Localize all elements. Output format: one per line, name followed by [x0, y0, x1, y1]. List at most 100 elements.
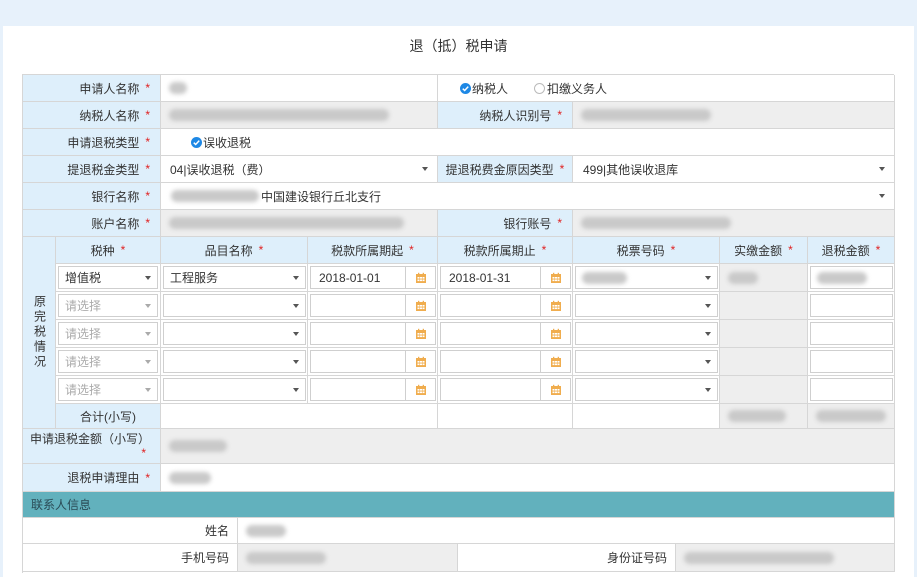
- refund-reason-label: 退税申请理由 *: [23, 464, 161, 492]
- period-start-date[interactable]: [310, 294, 436, 317]
- refund-reason-input[interactable]: [161, 464, 895, 492]
- period-start-date[interactable]: [310, 350, 436, 373]
- bank-account-label: 银行账号 *: [438, 210, 573, 237]
- left-border: [0, 26, 3, 577]
- refund-amount-input[interactable]: [810, 294, 893, 317]
- col-header-period-end: 税款所属期止 *: [438, 237, 573, 264]
- redacted-value: [581, 109, 711, 121]
- ticket-number-select[interactable]: [575, 350, 718, 373]
- refund-amount-type-select[interactable]: 04|误收退税（费）: [163, 158, 435, 180]
- period-end-date[interactable]: [440, 350, 571, 373]
- calendar-button[interactable]: [405, 323, 435, 344]
- contact-name-input[interactable]: [238, 518, 895, 544]
- taxpayer-name-label: 纳税人名称 *: [23, 102, 161, 129]
- period-start-date[interactable]: [310, 322, 436, 345]
- radio-withholding-agent[interactable]: 扣缴义务人: [534, 80, 607, 97]
- chevron-down-icon: [145, 303, 151, 308]
- calendar-button[interactable]: [540, 379, 570, 400]
- period-start-date[interactable]: 2018-01-01: [310, 266, 436, 289]
- account-name-label: 账户名称 *: [23, 210, 161, 237]
- applicant-name-field[interactable]: [161, 75, 438, 102]
- taxpayer-id-label: 纳税人识别号 *: [438, 102, 573, 129]
- calendar-icon: [550, 328, 561, 339]
- tax-type-select[interactable]: 请选择: [58, 378, 158, 401]
- contact-name-label: 姓名: [23, 518, 238, 544]
- contact-phone-label: 手机号码: [23, 544, 238, 572]
- item-name-select[interactable]: [163, 322, 306, 345]
- calendar-icon: [550, 272, 561, 283]
- bank-name-select[interactable]: 中国建设银行丘北支行: [164, 185, 892, 207]
- account-name-field: [161, 210, 438, 237]
- item-name-select[interactable]: [163, 294, 306, 317]
- col-header-item-name: 品目名称 *: [161, 237, 308, 264]
- chevron-down-icon: [705, 331, 711, 336]
- calendar-button[interactable]: [405, 295, 435, 316]
- refund-amount-input[interactable]: [810, 266, 893, 289]
- subtotal-empty-3: [573, 404, 720, 429]
- redacted-value: [684, 551, 834, 564]
- calendar-button[interactable]: [540, 351, 570, 372]
- chevron-down-icon: [293, 387, 299, 392]
- paid-amount-cell: [720, 320, 808, 348]
- taxpayer-name-field: [161, 102, 438, 129]
- period-start-date[interactable]: [310, 378, 436, 401]
- col-header-paid-amount: 实缴金额 *: [720, 237, 808, 264]
- refund-amount-input[interactable]: [810, 378, 893, 401]
- calendar-button[interactable]: [405, 267, 435, 288]
- calendar-button[interactable]: [540, 323, 570, 344]
- tax-type-select[interactable]: 请选择: [58, 350, 158, 373]
- paid-amount-cell: [720, 264, 808, 292]
- refund-amount-input[interactable]: [810, 350, 893, 373]
- item-name-select[interactable]: 工程服务: [163, 266, 306, 289]
- subtotal-empty-1: [161, 404, 438, 429]
- redacted-value: [169, 440, 227, 452]
- reason-type-select[interactable]: 499|其他误收退库: [576, 158, 892, 180]
- calendar-icon: [415, 272, 426, 283]
- redacted-value: [817, 271, 867, 284]
- contact-id-field: [676, 544, 895, 572]
- calendar-button[interactable]: [405, 351, 435, 372]
- chevron-down-icon: [293, 275, 299, 280]
- checkbox-mistaken-refund[interactable]: 误收退税: [191, 134, 251, 151]
- taxpayer-id-field: [573, 102, 895, 129]
- contact-phone-field: [238, 544, 458, 572]
- chevron-down-icon: [145, 275, 151, 280]
- redacted-value: [816, 410, 886, 422]
- period-end-date[interactable]: 2018-01-31: [440, 266, 571, 289]
- item-name-select[interactable]: [163, 378, 306, 401]
- ticket-number-select[interactable]: [575, 378, 718, 401]
- radio-taxpayer[interactable]: 纳税人: [460, 80, 508, 97]
- refund-amount-input[interactable]: [810, 322, 893, 345]
- top-bar: [0, 0, 917, 26]
- tax-type-select[interactable]: 增值税: [58, 266, 158, 289]
- tax-type-select[interactable]: 请选择: [58, 322, 158, 345]
- chevron-down-icon: [879, 167, 885, 171]
- radio-empty-icon: [534, 82, 546, 94]
- contact-id-label: 身份证号码: [458, 544, 676, 572]
- calendar-icon: [415, 328, 426, 339]
- item-name-select[interactable]: [163, 350, 306, 373]
- contact-section-header: 联系人信息: [23, 492, 895, 518]
- period-end-date[interactable]: [440, 294, 571, 317]
- chevron-down-icon: [422, 167, 428, 171]
- calendar-button[interactable]: [540, 267, 570, 288]
- calendar-button[interactable]: [540, 295, 570, 316]
- ticket-number-select[interactable]: [575, 266, 718, 289]
- calendar-icon: [415, 356, 426, 367]
- ticket-number-select[interactable]: [575, 294, 718, 317]
- apply-amount-field: [161, 429, 895, 464]
- bank-account-field: [573, 210, 895, 237]
- calendar-button[interactable]: [405, 379, 435, 400]
- applicant-name-label: 申请人名称 *: [23, 75, 161, 102]
- reason-type-label: 提退税费金原因类型 *: [438, 156, 573, 183]
- chevron-down-icon: [705, 359, 711, 364]
- paid-amount-cell: [720, 348, 808, 376]
- period-end-date[interactable]: [440, 322, 571, 345]
- tax-type-select[interactable]: 请选择: [58, 294, 158, 317]
- redacted-value: [581, 217, 731, 229]
- period-end-date[interactable]: [440, 378, 571, 401]
- redacted-value: [728, 271, 758, 284]
- chevron-down-icon: [293, 303, 299, 308]
- apply-amount-label: 申请退税金额（小写） *: [23, 429, 161, 464]
- ticket-number-select[interactable]: [575, 322, 718, 345]
